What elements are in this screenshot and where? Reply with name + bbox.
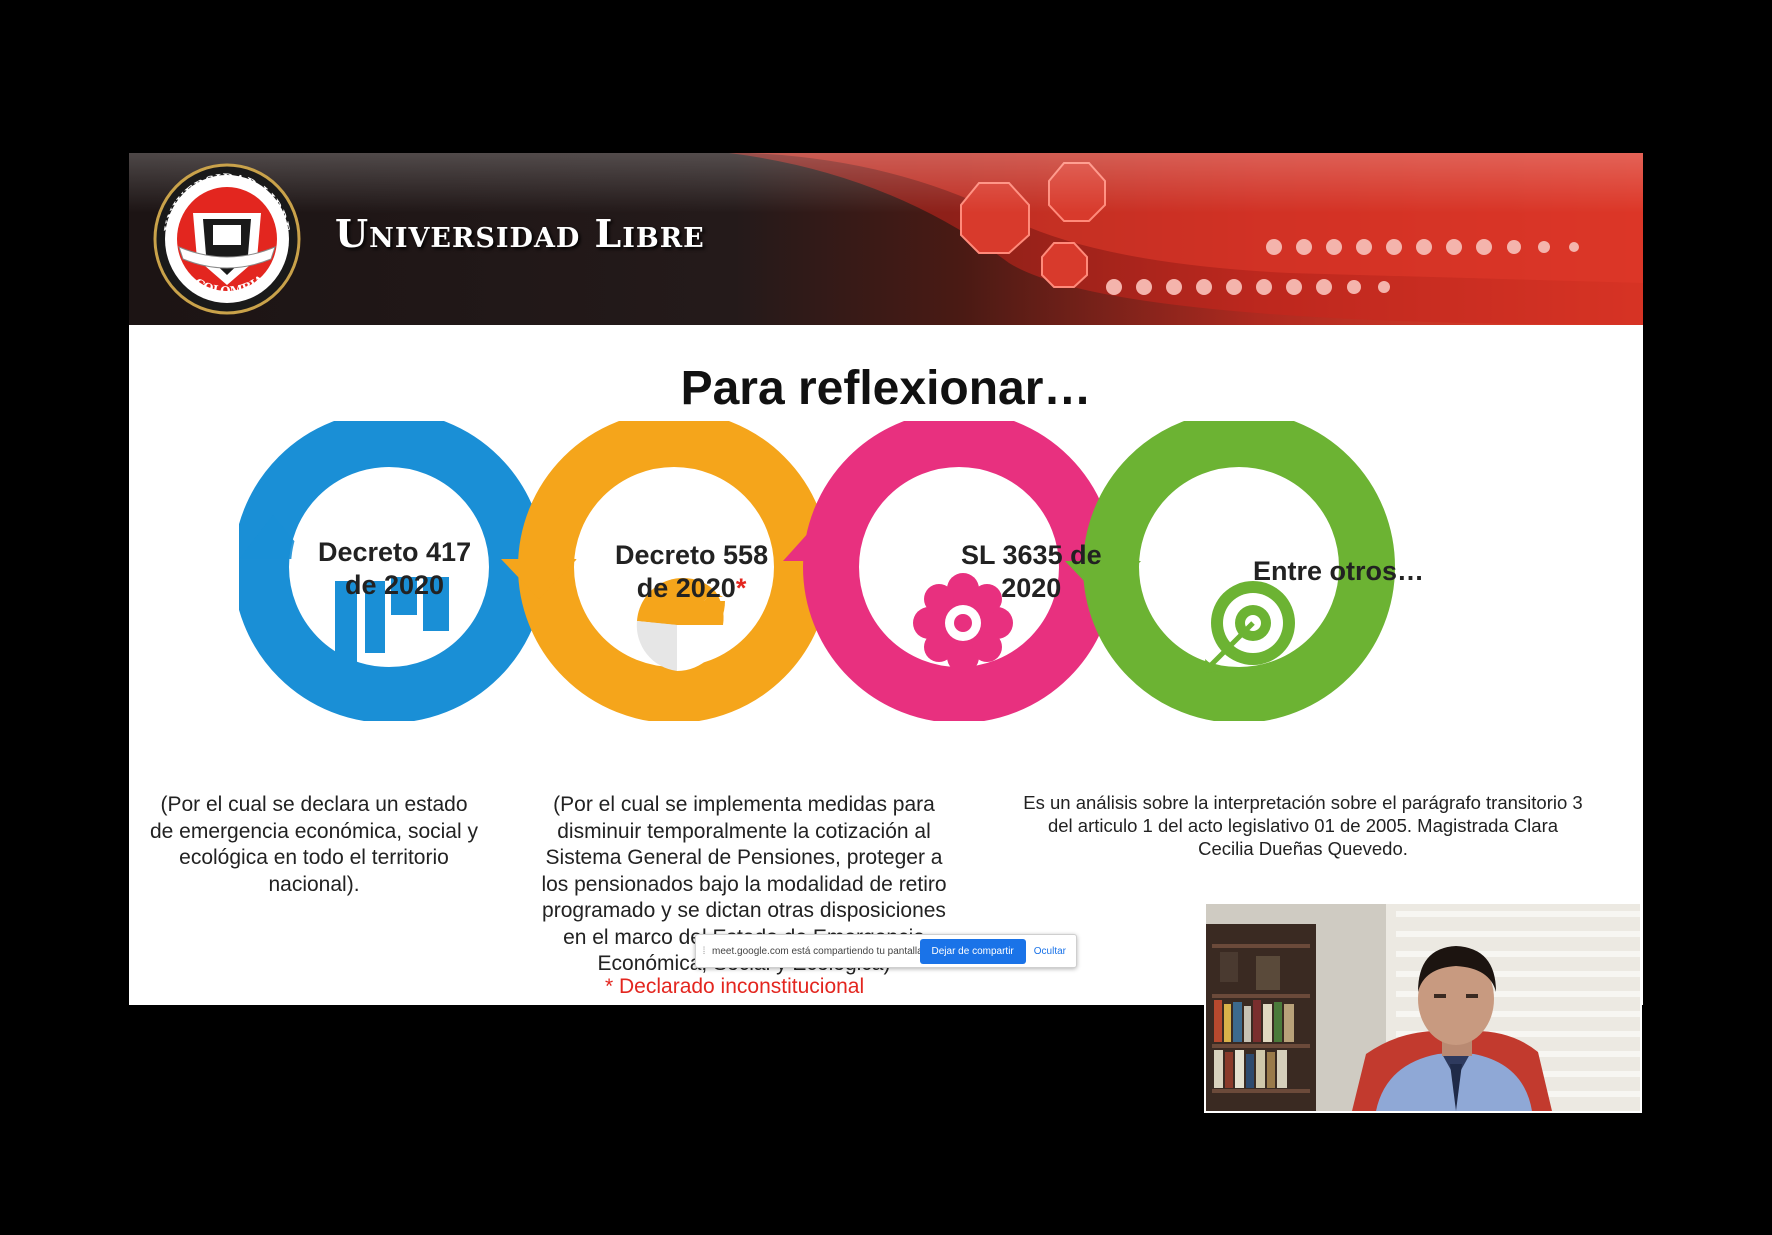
description-decreto-417: (Por el cual se declara un estado de eme… bbox=[149, 793, 478, 896]
node-label-decreto-558: Decreto 558 de 2020* bbox=[615, 540, 769, 603]
share-message: meet.google.com está compartiendo tu pan… bbox=[712, 945, 920, 957]
screen-share-notification-bar: ⁞ meet.google.com está compartiendo tu p… bbox=[695, 934, 1077, 968]
drag-handle-icon[interactable]: ⁞ bbox=[696, 946, 712, 957]
node-label-sl-3635: SL 3635 de 2020 bbox=[961, 540, 1102, 603]
unconstitutional-note: * Declarado inconstitucional bbox=[605, 975, 865, 998]
description-sl-3635: Es un análisis sobre la interpretación s… bbox=[1023, 792, 1583, 859]
node-label-decreto-417: Decreto 417 de 2020 bbox=[318, 537, 472, 600]
header-banner: UNIVERSIDAD LIBRE COLOMBIA Universidad L… bbox=[129, 153, 1643, 325]
slide-title: Para reflexionar… bbox=[680, 362, 1092, 415]
banner-title: Universidad Libre bbox=[335, 211, 705, 256]
participant-video-tile bbox=[1204, 902, 1642, 1113]
node-label-entre-otros: Entre otros… bbox=[1253, 556, 1425, 586]
stop-sharing-button[interactable]: Dejar de compartir bbox=[919, 938, 1026, 964]
hide-button[interactable]: Ocultar bbox=[1034, 946, 1066, 957]
presentation-slide: UNIVERSIDAD LIBRE COLOMBIA Universidad L… bbox=[129, 153, 1643, 1005]
presenter-video-feed bbox=[1206, 904, 1640, 1111]
university-seal-logo: UNIVERSIDAD LIBRE COLOMBIA bbox=[153, 163, 301, 315]
